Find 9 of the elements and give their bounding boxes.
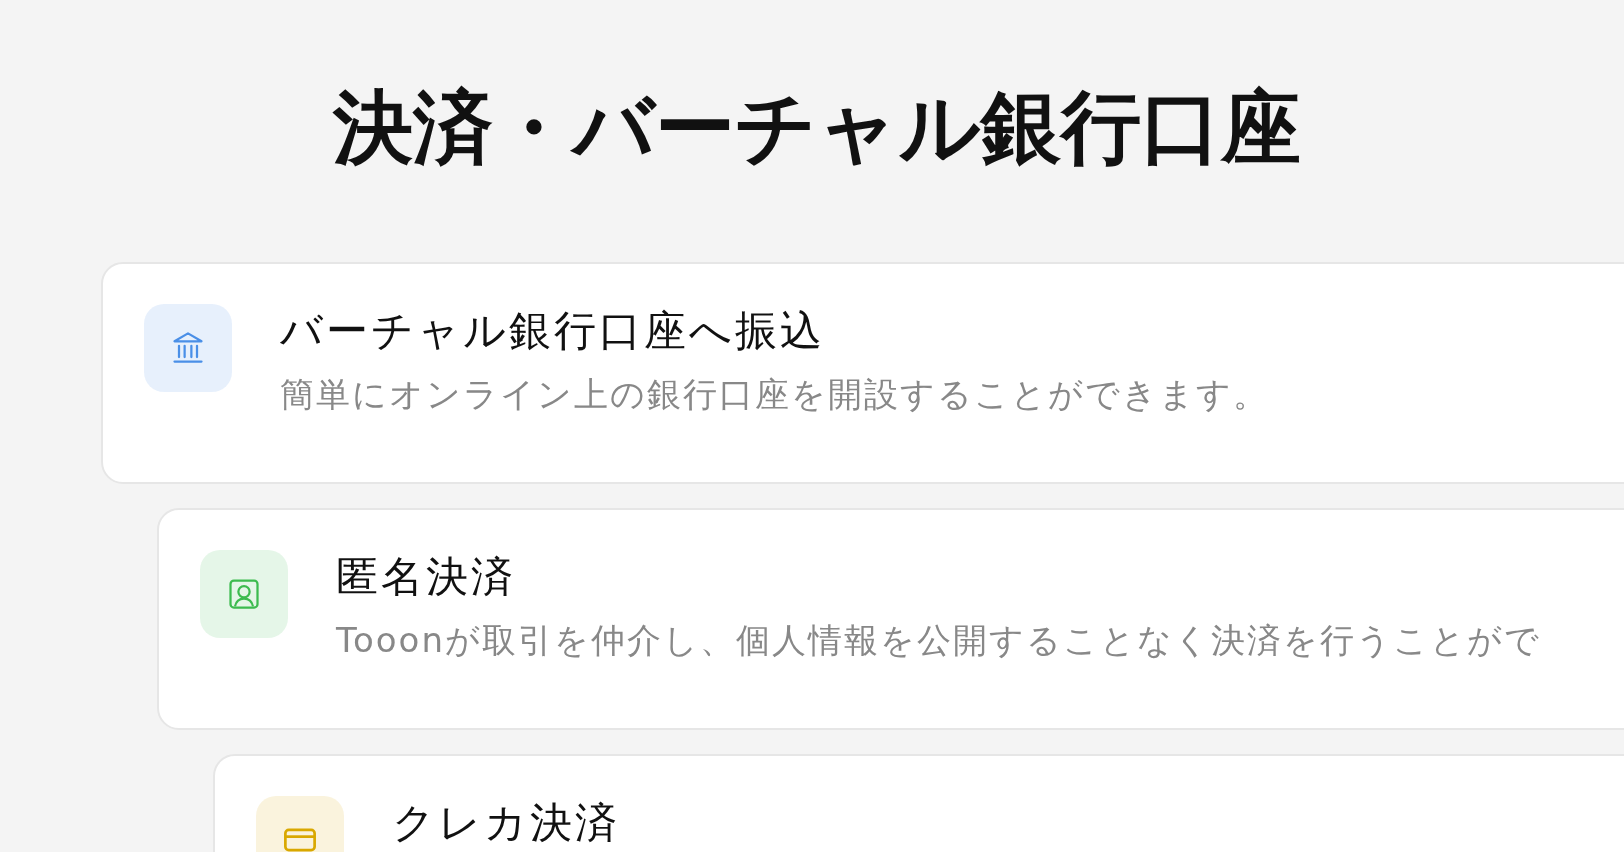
method-card[interactable]: クレカ決済 bbox=[213, 754, 1624, 852]
method-title: 匿名決済 bbox=[336, 552, 517, 603]
method-title: クレカ決済 bbox=[392, 798, 620, 849]
method-description: Tooonが取引を仲介し、個人情報を公開することなく決済を行うことがで bbox=[336, 619, 1541, 663]
method-card[interactable]: バーチャル銀行口座へ振込 簡単にオンライン上の銀行口座を開設することができます。 bbox=[101, 262, 1624, 484]
method-description: 簡単にオンライン上の銀行口座を開設することができます。 bbox=[280, 373, 1269, 417]
method-title: バーチャル銀行口座へ振込 bbox=[280, 306, 826, 357]
method-card[interactable]: 匿名決済 Tooonが取引を仲介し、個人情報を公開することなく決済を行うことがで bbox=[157, 508, 1624, 730]
page-heading: 決済・バーチャル銀行口座 bbox=[333, 80, 1302, 176]
